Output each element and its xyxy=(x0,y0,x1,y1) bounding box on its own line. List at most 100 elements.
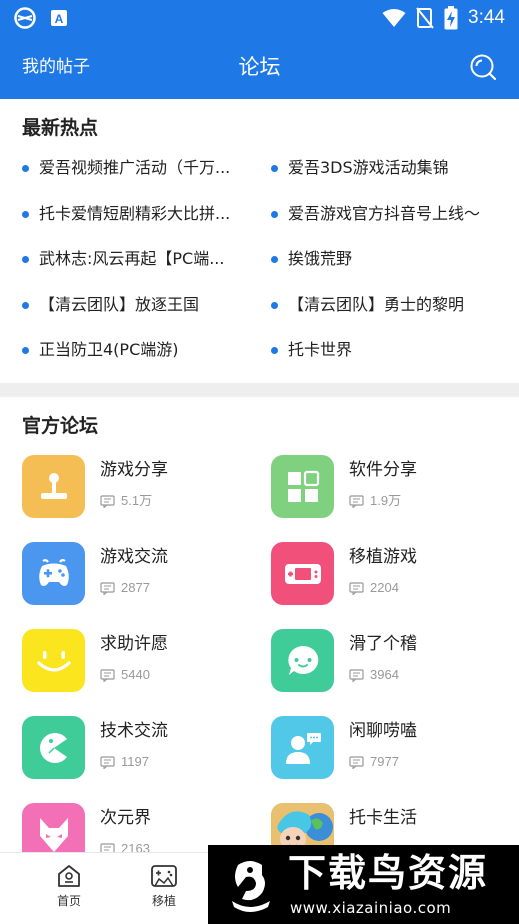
hot-topic-item[interactable]: 爱吾3DS游戏活动集锦 xyxy=(271,155,503,181)
forum-item-help-wish[interactable]: 求助许愿 5440 xyxy=(22,629,252,693)
forum-name: 滑了个稽 xyxy=(349,634,417,654)
hot-topic-item[interactable]: 托卡世界 xyxy=(271,337,503,363)
fox-mask-icon xyxy=(39,817,68,852)
no-signal-icon xyxy=(416,7,434,29)
page-title: 论坛 xyxy=(238,55,281,79)
bullet-dot xyxy=(271,164,278,172)
forum-count-value: 2877 xyxy=(121,580,150,595)
forum-icon-tile xyxy=(22,542,85,605)
user-chat-icon xyxy=(285,732,321,764)
comment-icon xyxy=(100,494,115,508)
hot-topic-label: 托卡世界 xyxy=(288,340,353,359)
hot-topic-label: 爱吾视频推广活动（千万... xyxy=(39,158,231,177)
forum-item-software-share[interactable]: 软件分享 1.9万 xyxy=(271,455,501,519)
status-right-icons: 3:44 xyxy=(382,6,505,30)
hot-topic-label: 【清云团队】勇士的黎明 xyxy=(288,295,465,314)
bullet-dot xyxy=(271,346,278,354)
comment-icon xyxy=(100,842,115,852)
hot-topic-item[interactable]: 爱吾游戏官方抖音号上线～ xyxy=(271,201,503,227)
app-logo-icon xyxy=(14,7,36,29)
watermark-title: 下载鸟资源 xyxy=(288,851,489,895)
forum-item-ported-games[interactable]: 移植游戏 2204 xyxy=(271,542,501,606)
forum-item-funny[interactable]: 滑了个稽 3964 xyxy=(271,629,501,693)
app-screen: A 3:44 我的帖子 论坛 最新热点 爱吾视频推广活动（千万... 爱吾3DS… xyxy=(0,0,519,924)
hot-topic-item[interactable]: 【清云团队】勇士的黎明 xyxy=(271,292,503,318)
nav-item-home[interactable]: 首页 xyxy=(34,863,104,917)
forum-post-count: 5440 xyxy=(100,666,150,684)
forum-name: 游戏分享 xyxy=(100,460,168,480)
forum-post-count: 2204 xyxy=(349,579,399,597)
hot-topic-label: 爱吾3DS游戏活动集锦 xyxy=(288,158,449,177)
forum-count-value: 1.9万 xyxy=(370,493,402,508)
battery-charging-icon xyxy=(444,6,458,30)
forum-count-value: 5440 xyxy=(121,667,150,682)
forum-post-count: 1.9万 xyxy=(349,492,401,510)
forum-item-tech-talk[interactable]: 技术交流 1197 xyxy=(22,716,252,780)
forum-icon-tile xyxy=(271,542,334,605)
bullet-dot xyxy=(271,210,278,218)
forum-name: 移植游戏 xyxy=(349,547,417,567)
status-left-icons: A xyxy=(14,7,68,29)
watermark-url: www.xiazainiao.com xyxy=(290,899,452,917)
forum-item-game-talk[interactable]: 游戏交流 2877 xyxy=(22,542,252,606)
forum-post-count: 1197 xyxy=(100,753,149,771)
joystick-icon xyxy=(40,472,67,499)
bullet-dot xyxy=(22,301,29,309)
hot-topic-item[interactable]: 【清云团队】放逐王国 xyxy=(22,292,254,318)
forum-name: 游戏交流 xyxy=(100,547,168,567)
forum-icon-tile xyxy=(271,455,334,518)
forum-count-value: 7977 xyxy=(370,754,399,769)
forum-name: 次元界 xyxy=(100,808,151,828)
gamepad-icon xyxy=(38,558,69,586)
app-header: 我的帖子 论坛 xyxy=(0,36,519,99)
forum-icon-tile xyxy=(22,803,85,852)
keyboard-a-icon: A xyxy=(51,10,67,26)
pacman-icon xyxy=(39,732,67,763)
forum-icon-tile xyxy=(22,716,85,779)
forum-post-count: 5.1万 xyxy=(100,492,152,510)
bullet-dot xyxy=(22,346,29,354)
forum-post-count: 7977 xyxy=(349,753,399,771)
forum-count-value: 2163 xyxy=(121,841,150,852)
forum-icon-tile xyxy=(271,716,334,779)
nav-label: 移植 xyxy=(151,894,176,908)
bird-logo-icon xyxy=(232,861,270,912)
svg-text:A: A xyxy=(55,12,64,26)
forum-name: 托卡生活 xyxy=(349,808,417,828)
search-icon[interactable] xyxy=(469,53,497,81)
wifi-icon xyxy=(382,9,406,27)
forum-count-value: 5.1万 xyxy=(121,493,153,508)
hot-topic-item[interactable]: 武林志:风云再起【PC端... xyxy=(22,246,254,272)
forum-item-chit-chat[interactable]: 闲聊唠嗑 7977 xyxy=(271,716,501,780)
hot-topic-label: 正当防卫4(PC端游) xyxy=(39,340,179,359)
comment-icon xyxy=(349,755,364,769)
hot-topic-label: 【清云团队】放逐王国 xyxy=(39,295,200,314)
forum-count-value: 2204 xyxy=(370,580,399,595)
bullet-dot xyxy=(22,210,29,218)
forum-post-count: 2877 xyxy=(100,579,150,597)
forum-item-game-share[interactable]: 游戏分享 5.1万 xyxy=(22,455,252,519)
hot-section-title: 最新热点 xyxy=(22,117,99,139)
hot-topic-label: 爱吾游戏官方抖音号上线～ xyxy=(288,204,481,223)
forum-name: 求助许愿 xyxy=(100,634,168,654)
nav-label: 首页 xyxy=(56,894,81,908)
forum-icon-tile xyxy=(271,629,334,692)
forum-count-value: 3964 xyxy=(370,667,399,682)
watermark-banner: 下载鸟资源 www.xiazainiao.com xyxy=(208,845,519,924)
comment-icon xyxy=(100,668,115,682)
bullet-dot xyxy=(271,301,278,309)
hot-topic-item[interactable]: 爱吾视频推广活动（千万... xyxy=(22,155,254,181)
nav-item-ported[interactable]: 移植 xyxy=(129,863,199,917)
comment-icon xyxy=(100,581,115,595)
apps-grid-icon xyxy=(287,470,319,502)
chat-bubble-icon xyxy=(287,645,318,675)
hot-topic-item[interactable]: 托卡爱情短剧精彩大比拼... xyxy=(22,201,254,227)
forum-icon-tile xyxy=(22,455,85,518)
bullet-dot xyxy=(22,164,29,172)
home-icon xyxy=(58,865,80,887)
hot-topic-item[interactable]: 正当防卫4(PC端游) xyxy=(22,337,254,363)
comment-icon xyxy=(100,755,115,769)
hot-topic-item[interactable]: 挨饿荒野 xyxy=(271,246,503,272)
forum-icon-tile xyxy=(22,629,85,692)
hot-topic-label: 托卡爱情短剧精彩大比拼... xyxy=(39,204,231,223)
